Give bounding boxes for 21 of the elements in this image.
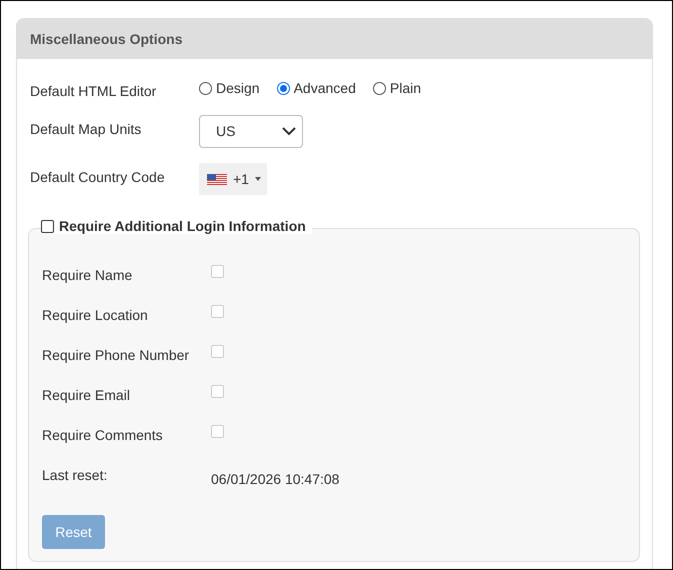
field-label: Require Location [42, 307, 149, 323]
chevron-icon [282, 126, 296, 136]
country-code-picker[interactable]: +1 [199, 163, 267, 195]
flag-icon [207, 174, 227, 184]
radio-option[interactable]: Plain [372, 80, 422, 96]
units-select[interactable]: US [199, 114, 303, 148]
radio-option[interactable]: Design [199, 80, 260, 96]
checkbox[interactable] [41, 220, 54, 232]
field-label: Require Name [42, 267, 134, 283]
radio-option[interactable]: Advanced [276, 80, 356, 96]
last-reset-value: 06/01/2026 10:47:08 [211, 471, 340, 487]
caret-icon [254, 177, 261, 181]
field-label: Default HTML Editor [30, 83, 158, 99]
field-label: Last reset: [42, 467, 108, 483]
field-label: Default Map Units [30, 121, 142, 137]
field-label: Require Phone Number [42, 347, 190, 363]
field-label: Require Email [42, 387, 131, 403]
field-label: Require Comments [42, 427, 164, 443]
group-label: Require Additional Login Information [59, 218, 306, 234]
field-label: Default Country Code [30, 169, 166, 185]
panel-title: Miscellaneous Options [30, 31, 182, 47]
